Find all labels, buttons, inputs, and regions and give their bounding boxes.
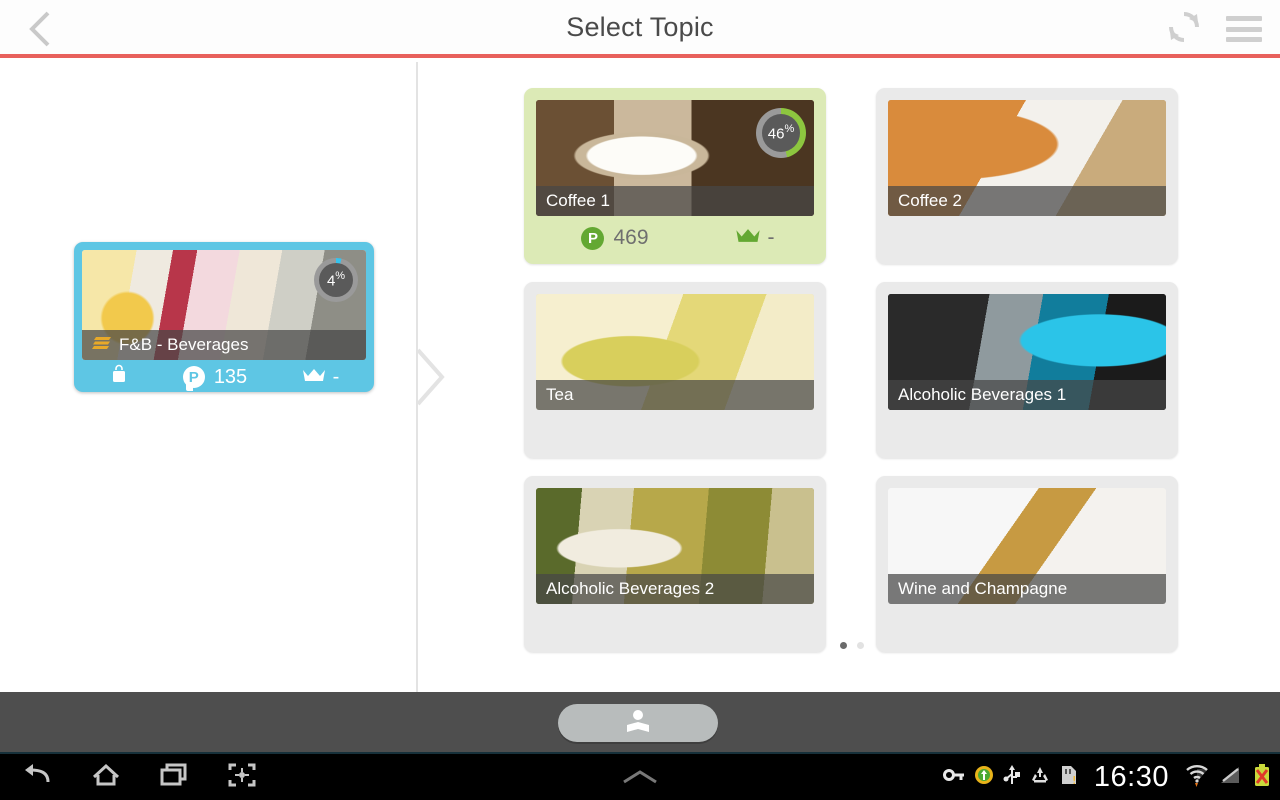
pagination-dots[interactable] [524,642,1180,649]
topic-name: Alcoholic Beverages 1 [898,385,1067,404]
system-clock: 16:30 [1093,760,1169,793]
topic-crown-value: - [767,226,775,249]
app-bar: Select Topic [0,0,1280,58]
category-thumbnail: 4% F&B - Beverages [82,250,366,360]
menu-button[interactable] [1226,16,1262,42]
app-footer [0,692,1280,752]
category-label-strip: F&B - Beverages [82,330,366,360]
android-screenshot-icon[interactable] [226,760,258,795]
topic-stats-placeholder [888,418,1166,446]
android-home-icon[interactable] [90,760,122,795]
page-title: Select Topic [566,12,714,42]
topic-label-strip: Alcoholic Beverages 2 [536,574,814,604]
category-crown-value: - [332,365,340,388]
topic-thumbnail: 46% Coffee 1 [536,100,814,216]
crown-icon [734,226,762,250]
topic-points-stat: P 469 [536,226,694,250]
topic-name: Alcoholic Beverages 2 [546,579,715,598]
topic-row: Tea Alcoholic Beverages 1 [524,282,1180,458]
topic-label-strip: Coffee 1 [536,186,814,216]
topic-crown-stat: - [694,226,814,250]
android-system-bar: ! 16:30 [0,752,1280,800]
topic-stats-placeholder [888,612,1166,640]
topic-card-alcoholic-beverages-1[interactable]: Alcoholic Beverages 1 [876,282,1178,458]
android-back-icon[interactable] [22,760,54,795]
topic-thumbnail: Coffee 2 [888,100,1166,216]
category-card-fb-beverages[interactable]: 4% F&B - Beverages P 135 - [74,242,374,392]
topic-card-tea[interactable]: Tea [524,282,826,458]
points-p-icon: P [182,366,205,388]
usb-icon [1003,764,1021,791]
signal-icon [1219,764,1243,791]
topic-name: Coffee 2 [898,191,962,210]
battery-warning-icon [1252,763,1272,792]
category-points-value: 135 [213,365,248,388]
topic-stats-placeholder [536,612,814,640]
topic-points-value: 469 [613,226,649,249]
chevron-up-icon[interactable] [618,766,662,793]
topic-card-wine-and-champagne[interactable]: Wine and Champagne [876,476,1178,652]
refresh-icon [1164,7,1204,52]
hamburger-menu-icon [1226,16,1262,42]
topic-name: Tea [546,385,574,404]
app-bar-actions [1164,8,1262,50]
wifi-icon [1184,763,1210,792]
topic-card-coffee-1[interactable]: 46% Coffee 1 P 469 - [524,88,826,264]
topic-label-strip: Alcoholic Beverages 1 [888,380,1166,410]
topic-stats-placeholder [536,418,814,446]
content-area: 4% F&B - Beverages P 135 - 46% Coffee 1 … [0,62,1280,692]
pane-connector-chevron-icon [414,342,450,417]
topic-stats: P 469 - [536,224,814,252]
topic-row: 46% Coffee 1 P 469 - Coffee 2 [524,88,1180,264]
topic-label-strip: Tea [536,380,814,410]
crown-icon [301,366,327,389]
topic-grid: 46% Coffee 1 P 469 - Coffee 2 Tea Alcoho… [524,88,1180,670]
topic-name: Wine and Champagne [898,579,1068,598]
topic-name: Coffee 1 [546,191,610,210]
refresh-button[interactable] [1164,7,1204,52]
topic-label-strip: Wine and Champagne [888,574,1166,604]
points-p-icon: P [581,226,605,250]
percent-sign: % [335,269,346,282]
topic-thumbnail: Alcoholic Beverages 2 [536,488,814,604]
topic-row: Alcoholic Beverages 2 Wine and Champagne [524,476,1180,652]
topic-progress-ring: 46% [756,108,806,158]
topic-thumbnail: Alcoholic Beverages 1 [888,294,1166,410]
android-recents-icon[interactable] [158,760,190,795]
sd-card-warning-icon: ! [1059,764,1079,791]
person-reading-icon [623,708,653,739]
category-stats: P 135 - [82,364,366,390]
topic-stats-placeholder [888,224,1166,252]
pagination-dot-2[interactable] [857,642,864,649]
topic-label-strip: Coffee 2 [888,186,1166,216]
stack-layers-icon [92,335,112,356]
category-progress-ring: 4% [314,258,358,302]
recycle-icon [1030,765,1050,790]
topic-progress-value: 46 [767,125,785,143]
topic-thumbnail: Tea [536,294,814,410]
topic-thumbnail: Wine and Champagne [888,488,1166,604]
briefcase-icon [108,364,130,391]
topic-card-coffee-2[interactable]: Coffee 2 [876,88,1178,264]
svg-text:!: ! [1072,774,1076,786]
percent-sign: % [784,122,795,135]
topic-card-alcoholic-beverages-2[interactable]: Alcoholic Beverages 2 [524,476,826,652]
system-tray: ! 16:30 [942,754,1272,800]
vpn-key-icon [942,766,965,789]
read-mode-button[interactable] [558,704,718,742]
android-nav-buttons [0,754,258,800]
category-name: F&B - Beverages [119,335,249,354]
category-points-stat: P 135 [156,366,274,389]
category-crown-stat: - [274,366,366,389]
category-bag-stat [82,364,156,391]
pagination-dot-1[interactable] [840,642,847,649]
app-update-icon [974,765,994,790]
